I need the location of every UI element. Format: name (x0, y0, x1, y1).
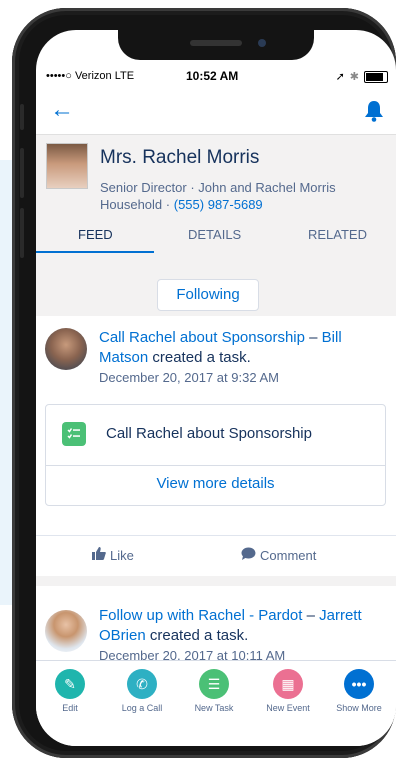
feed-action-text: created a task. (152, 349, 251, 366)
feed-separator (36, 576, 396, 586)
record-name: Mrs. Rachel Morris (100, 147, 260, 168)
view-more-details-link[interactable]: View more details (46, 475, 385, 492)
action-label: Log a Call (121, 703, 163, 713)
task-link[interactable]: Follow up with Rachel - Pardot (99, 607, 302, 624)
more-icon: ••• (344, 669, 374, 699)
carrier-label: •••••○ Verizon LTE (46, 70, 135, 82)
comment-bubble-icon (241, 547, 256, 563)
bluetooth-icon: ✱ (349, 71, 359, 83)
log-call-icon: ✆ (127, 669, 157, 699)
new-event-action[interactable]: ▦ New Event (256, 669, 320, 713)
task-title: Call Rachel about Sponsorship (106, 425, 312, 442)
new-task-action[interactable]: ☰ New Task (182, 669, 246, 713)
task-icon (62, 422, 86, 446)
new-task-icon: ☰ (199, 669, 229, 699)
action-label: Show More (336, 703, 382, 713)
tab-related[interactable]: RELATED (308, 227, 367, 242)
new-event-icon: ▦ (273, 669, 303, 699)
feed-action-text: created a task. (149, 627, 249, 644)
following-button[interactable]: Following (157, 279, 259, 311)
like-label: Like (110, 547, 134, 563)
mute-switch (20, 104, 24, 130)
task-link[interactable]: Call Rachel about Sponsorship (99, 329, 305, 346)
battery-icon (364, 70, 388, 83)
feed-date: December 20, 2017 at 9:32 AM (99, 370, 279, 385)
active-tab-indicator (36, 251, 154, 253)
phone-screen: •••••○ Verizon LTE 10:52 AM ➚ ✱ ← Mrs. R… (36, 30, 396, 746)
comment-label: Comment (260, 547, 317, 563)
record-title: Senior Director (100, 180, 187, 195)
action-label: New Task (194, 703, 234, 713)
front-camera (258, 39, 266, 47)
show-more-action[interactable]: ••• Show More (327, 669, 391, 713)
clock: 10:52 AM (186, 69, 239, 83)
separator: · (165, 197, 171, 212)
status-icons: ➚ ✱ (336, 70, 388, 83)
phone-number-link[interactable]: (555) 987-5689 (174, 197, 263, 212)
like-button[interactable]: Like (92, 547, 134, 563)
edit-action[interactable]: ✎ Edit (38, 669, 102, 713)
speaker-grille (190, 40, 242, 46)
divider (46, 465, 385, 466)
record-tabs: FEED DETAILS RELATED (36, 221, 396, 255)
feed-actions: Like Comment (36, 535, 396, 577)
dash: – (309, 329, 318, 346)
separator: · (190, 180, 195, 195)
status-bar: •••••○ Verizon LTE 10:52 AM ➚ ✱ (36, 68, 396, 88)
log-call-action[interactable]: ✆ Log a Call (110, 669, 174, 713)
feed-item-text: Follow up with Rachel - Pardot – Jarrett… (99, 606, 384, 666)
phone-frame: •••••○ Verizon LTE 10:52 AM ➚ ✱ ← Mrs. R… (12, 8, 396, 758)
feed-item-text: Call Rachel about Sponsorship – Bill Mat… (99, 328, 384, 388)
action-label: Edit (62, 703, 78, 713)
dash: – (306, 607, 315, 624)
comment-button[interactable]: Comment (241, 547, 316, 563)
author-avatar[interactable] (45, 610, 87, 652)
tab-feed[interactable]: FEED (78, 227, 113, 242)
phone-notch (118, 30, 314, 60)
back-arrow-icon[interactable]: ← (50, 98, 74, 122)
nav-bar: ← (36, 94, 396, 130)
thumbs-up-icon (92, 547, 106, 563)
task-card[interactable]: Call Rachel about Sponsorship View more … (45, 404, 386, 506)
author-avatar[interactable] (45, 328, 87, 370)
edit-icon: ✎ (55, 669, 85, 699)
contact-photo (46, 143, 88, 189)
volume-down-button (20, 208, 24, 258)
record-subtitle: Senior Director · John and Rachel Morris… (100, 179, 385, 213)
action-label: New Event (266, 703, 310, 713)
location-icon: ➚ (335, 71, 345, 83)
notifications-bell-icon[interactable] (364, 100, 384, 127)
action-bar: ✎ Edit ✆ Log a Call ☰ New Task ▦ New Eve… (36, 660, 396, 746)
volume-up-button (20, 148, 24, 198)
tab-details[interactable]: DETAILS (188, 227, 241, 242)
record-header: Mrs. Rachel Morris Senior Director · Joh… (36, 134, 396, 316)
